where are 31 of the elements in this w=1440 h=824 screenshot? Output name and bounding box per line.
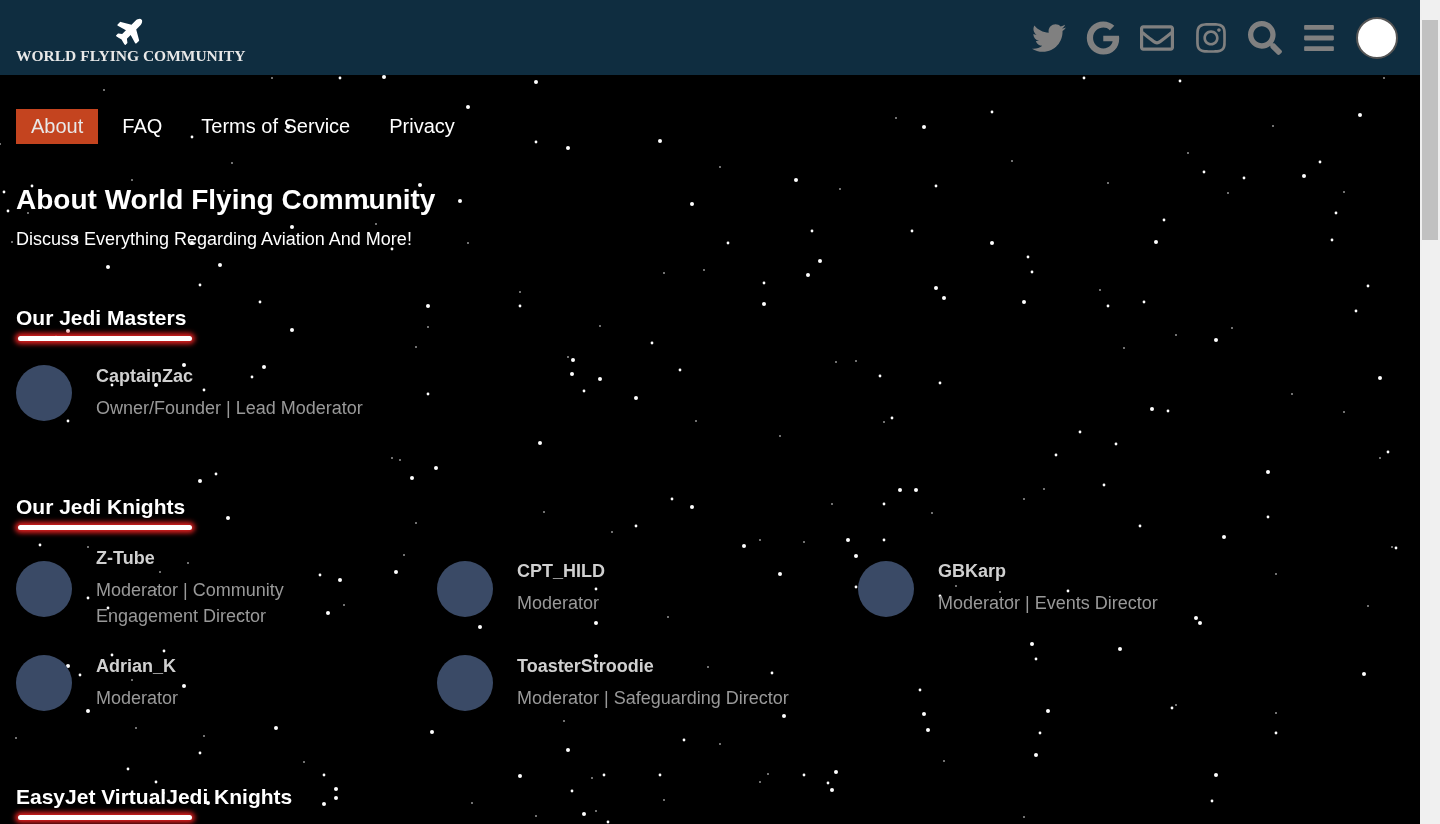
user-avatar[interactable]: [1356, 16, 1398, 59]
section-title: EasyJet VirtualJedi Knights: [16, 785, 293, 809]
section-title: Our Jedi Masters: [16, 306, 187, 330]
section-title: Our Jedi Knights: [16, 495, 186, 519]
member-role: Moderator: [517, 592, 601, 615]
nav-tab[interactable]: Privacy: [374, 109, 470, 144]
scrollbar[interactable]: [1420, 0, 1440, 824]
search-icon[interactable]: [1248, 20, 1282, 55]
nav-tab[interactable]: About: [16, 109, 99, 144]
member-name: Z-Tube: [96, 548, 156, 569]
member-role: Moderator | Community Engagement Director: [96, 579, 285, 628]
instagram-icon[interactable]: [1194, 20, 1228, 55]
member-name: ToasterStroodie: [517, 655, 655, 677]
page-subtitle: Discuss Everything Regarding Aviation And More!: [16, 229, 413, 250]
member-name: CPT_HILD: [517, 561, 605, 582]
google-icon[interactable]: [1086, 20, 1120, 55]
member-avatar: [16, 365, 72, 421]
nav-tab[interactable]: Terms of Service: [186, 109, 366, 144]
member-name: GBKarp: [938, 561, 1007, 582]
scrollbar-thumb[interactable]: [1422, 20, 1438, 240]
member-name: Adrian_K: [96, 655, 177, 677]
member-avatar: [437, 655, 493, 711]
logo-text: WORLD FLYING COMMUNITY: [16, 46, 246, 65]
page-title: About World Flying Community: [16, 184, 437, 216]
member-role: Moderator | Safeguarding Director: [517, 686, 789, 710]
member-name: CaptainZac: [96, 365, 195, 387]
member-role: Moderator | Events Director: [938, 592, 1158, 615]
member-avatar: [16, 655, 72, 711]
nav-tab[interactable]: FAQ: [107, 109, 178, 144]
member-role: Moderator: [96, 686, 179, 710]
member-role: Owner/Founder | Lead Moderator: [96, 396, 363, 420]
